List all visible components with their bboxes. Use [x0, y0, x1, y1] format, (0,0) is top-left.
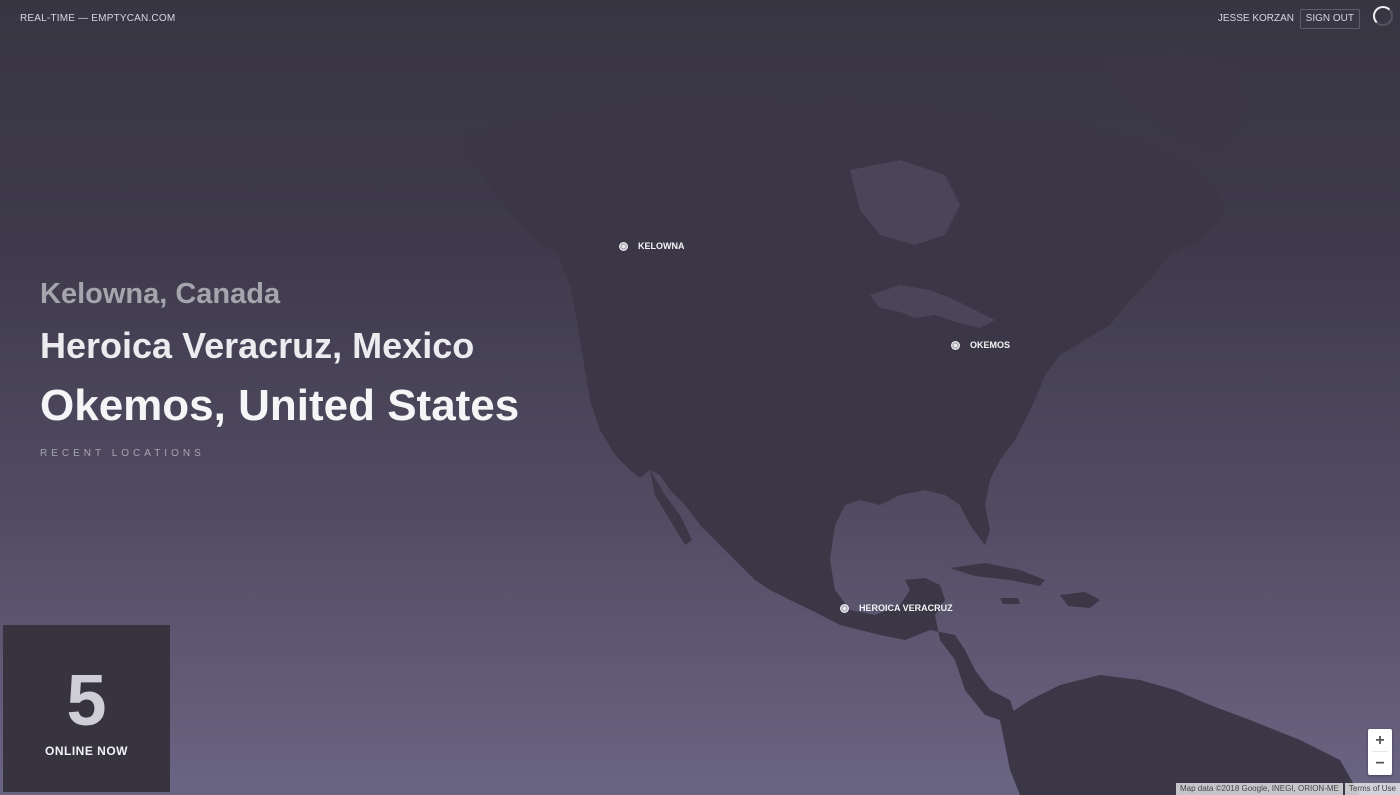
zoom-in-button[interactable]: + [1368, 729, 1392, 752]
south-america-landmass [1000, 675, 1360, 795]
online-now-label: ONLINE NOW [45, 744, 128, 758]
online-now-panel: 5 ONLINE NOW [3, 625, 170, 792]
greenland-landmass [1100, 50, 1250, 150]
map-attribution: Map data ©2018 Google, INEGI, ORION-ME [1176, 783, 1343, 795]
marker-label: OKEMOS [970, 340, 1011, 350]
marker-label: HEROICA VERACRUZ [859, 603, 953, 613]
marker-dot-icon [619, 241, 628, 251]
zoom-out-button[interactable]: − [1368, 752, 1392, 775]
marker-label: KELOWNA [638, 241, 685, 251]
map-marker-okemos[interactable]: OKEMOS [951, 340, 1010, 350]
map-attribution-bar: Map data ©2018 Google, INEGI, ORION-ME T… [1176, 783, 1400, 795]
map-marker-heroica-veracruz[interactable]: HEROICA VERACRUZ [840, 603, 953, 613]
sign-out-button[interactable]: SIGN OUT [1299, 9, 1360, 29]
user-name: JESSE KORZAN [1217, 13, 1294, 24]
recent-location-item: Kelowna, Canada [40, 278, 281, 310]
loading-spinner-icon [1373, 6, 1393, 26]
realtime-map-app: REAL-TIME — EMPTYCAN.COM JESSE KORZAN SI… [0, 0, 1400, 795]
marker-dot-icon [951, 340, 960, 350]
brand-title[interactable]: REAL-TIME — EMPTYCAN.COM [20, 13, 175, 24]
cuba-island [950, 563, 1045, 586]
recent-locations-label: RECENT LOCATIONS [40, 448, 205, 459]
recent-location-item: Heroica Veracruz, Mexico [40, 325, 475, 366]
hispaniola-island [1060, 592, 1100, 608]
terms-of-use-link[interactable]: Terms of Use [1344, 783, 1400, 795]
recent-location-item: Okemos, United States [40, 381, 520, 430]
online-count: 5 [66, 661, 107, 741]
jamaica-island [1000, 598, 1020, 604]
north-america-landmass [480, 90, 1225, 720]
zoom-controls: + − [1368, 729, 1392, 775]
marker-dot-icon [840, 603, 849, 613]
map-marker-kelowna[interactable]: KELOWNA [619, 241, 685, 251]
